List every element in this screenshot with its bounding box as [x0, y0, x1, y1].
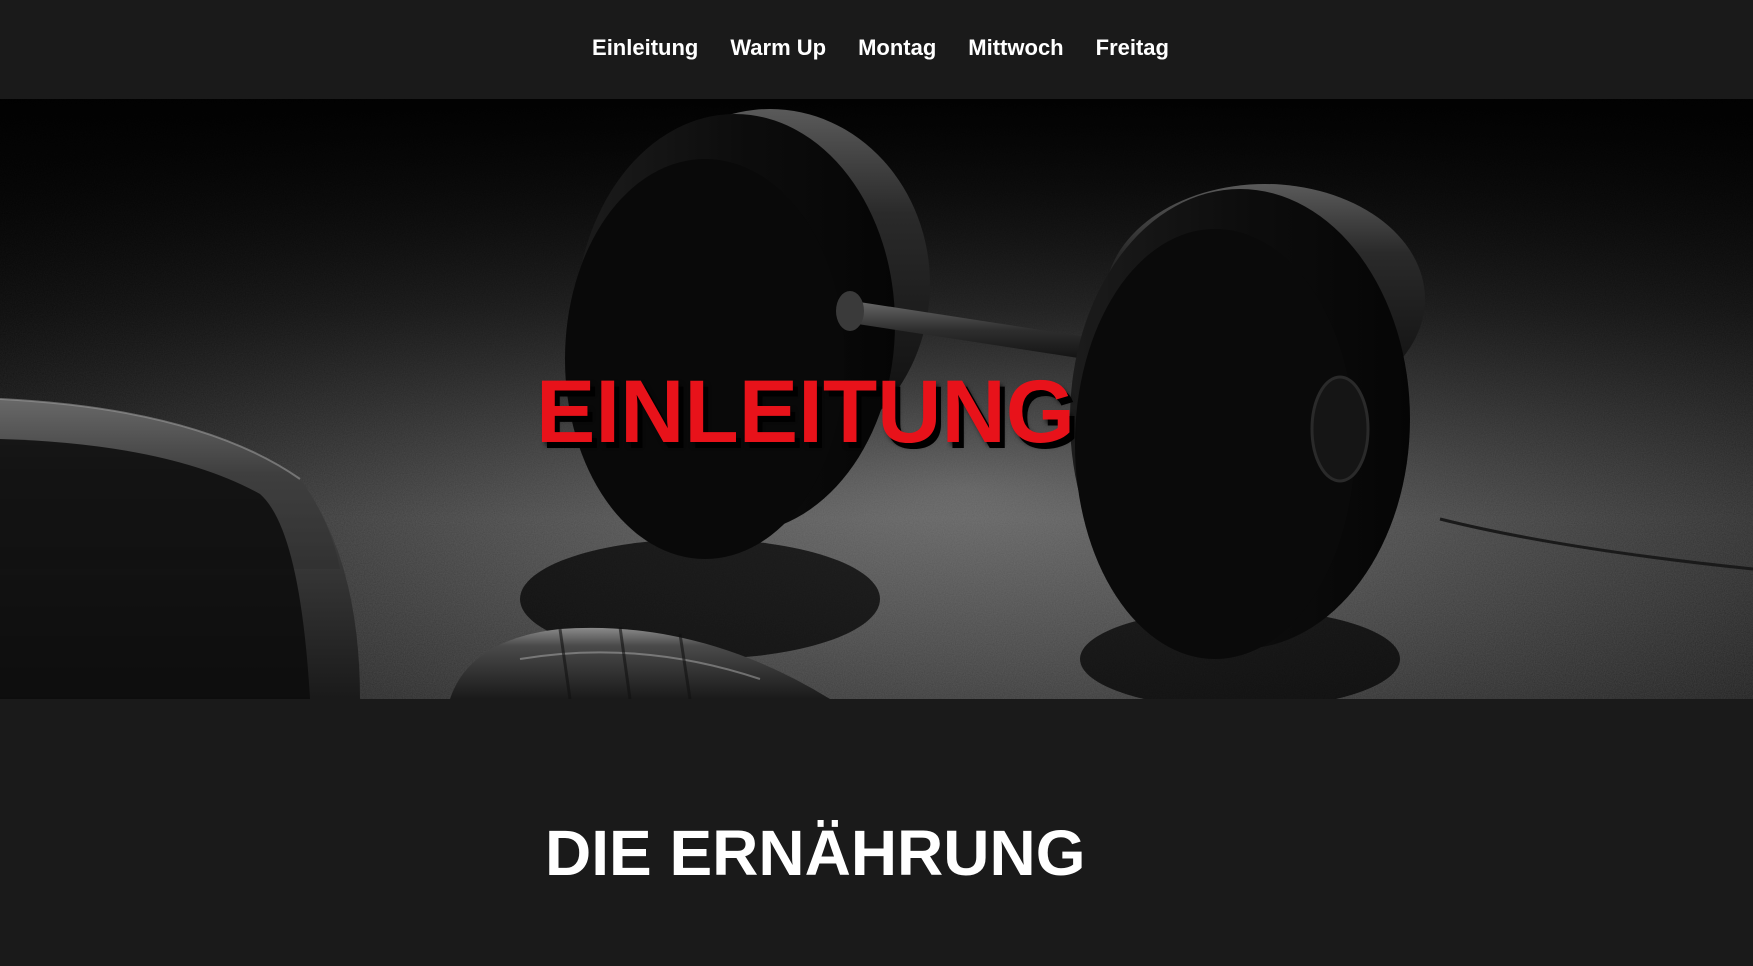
nav-link-mittwoch[interactable]: Mittwoch	[968, 35, 1063, 65]
nav-link-einleitung[interactable]: Einleitung	[592, 35, 698, 65]
nav-link-montag[interactable]: Montag	[858, 35, 936, 65]
nutrition-section: DIE ERNÄHRUNG	[0, 699, 1753, 966]
top-navigation: Einleitung Warm Up Montag Mittwoch Freit…	[0, 0, 1753, 99]
nav-link-freitag[interactable]: Freitag	[1096, 35, 1169, 65]
nav-link-warm-up[interactable]: Warm Up	[730, 35, 826, 65]
nav-menu: Einleitung Warm Up Montag Mittwoch Freit…	[0, 0, 1753, 99]
section-heading: DIE ERNÄHRUNG	[545, 817, 1086, 889]
hero-title: EINLEITUNG	[536, 361, 1075, 461]
hero-banner: EINLEITUNG	[0, 99, 1753, 699]
